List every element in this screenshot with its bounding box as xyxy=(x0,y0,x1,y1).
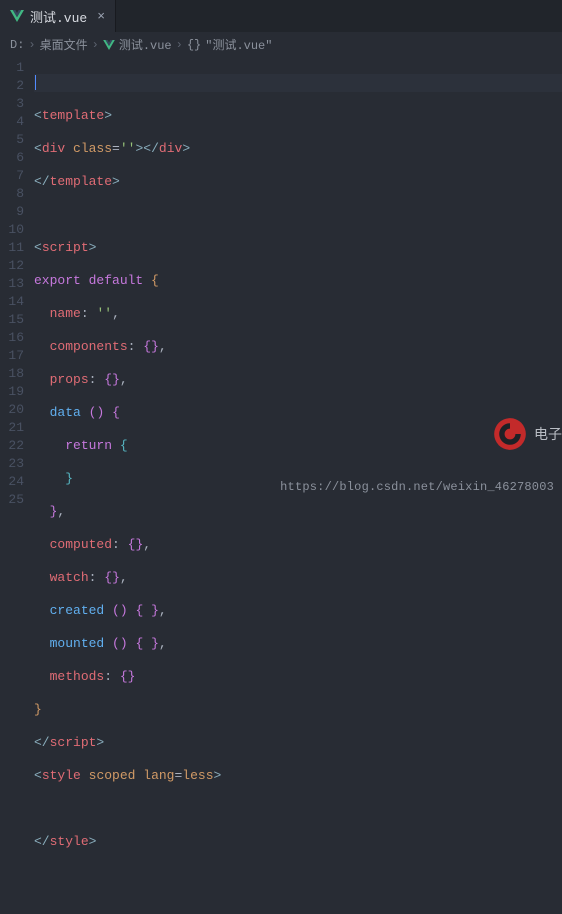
crumb-drive[interactable]: D: xyxy=(10,38,24,52)
code-line[interactable] xyxy=(34,800,562,818)
code-line[interactable] xyxy=(34,74,562,92)
vue-icon xyxy=(103,40,115,50)
code-line[interactable]: components: {}, xyxy=(34,338,562,356)
text-cursor xyxy=(35,75,36,90)
code-line[interactable] xyxy=(34,206,562,224)
code-line[interactable]: </style> xyxy=(34,833,562,851)
code-line[interactable] xyxy=(34,866,562,884)
code-line[interactable]: <script> xyxy=(34,239,562,257)
watermark-logo: 电子 xyxy=(492,416,562,452)
code-line[interactable]: <div class=''></div> xyxy=(34,140,562,158)
code-line[interactable]: watch: {}, xyxy=(34,569,562,587)
code-content[interactable]: <template> <div class=''></div> </templa… xyxy=(34,57,562,501)
code-line[interactable]: } xyxy=(34,701,562,719)
chevron-right-icon: › xyxy=(28,38,35,52)
watermark-text: 电子 xyxy=(534,424,562,444)
footer-url: https://blog.csdn.net/weixin_46278003 xyxy=(280,480,554,494)
vue-icon xyxy=(10,10,24,22)
code-line[interactable]: computed: {}, xyxy=(34,536,562,554)
close-icon[interactable]: × xyxy=(97,9,105,24)
code-line[interactable]: <template> xyxy=(34,107,562,125)
chevron-right-icon: › xyxy=(176,38,183,52)
code-line[interactable]: </template> xyxy=(34,173,562,191)
tab-bar: 测试.vue × xyxy=(0,0,562,32)
code-line[interactable]: <style scoped lang=less> xyxy=(34,767,562,785)
code-line[interactable]: props: {}, xyxy=(34,371,562,389)
code-line[interactable]: return { xyxy=(34,437,562,455)
code-line[interactable]: data () { xyxy=(34,404,562,422)
code-editor[interactable]: 1234567891011121314151617181920212223242… xyxy=(0,57,562,501)
code-line[interactable]: }, xyxy=(34,503,562,521)
code-line[interactable]: created () { }, xyxy=(34,602,562,620)
tab-filename: 测试.vue xyxy=(30,7,87,26)
line-number-gutter: 1234567891011121314151617181920212223242… xyxy=(0,57,34,501)
crumb-symbol[interactable]: {} "测试.vue" xyxy=(187,36,273,53)
logo-icon xyxy=(492,416,528,452)
braces-icon: {} xyxy=(187,38,201,52)
chevron-right-icon: › xyxy=(92,38,99,52)
code-line[interactable]: name: '', xyxy=(34,305,562,323)
crumb-folder[interactable]: 桌面文件 xyxy=(40,36,88,53)
code-line[interactable]: methods: {} xyxy=(34,668,562,686)
code-line[interactable]: export default { xyxy=(34,272,562,290)
code-line[interactable]: mounted () { }, xyxy=(34,635,562,653)
breadcrumb: D: › 桌面文件 › 测试.vue › {} "测试.vue" xyxy=(0,32,562,57)
tab-active[interactable]: 测试.vue × xyxy=(0,0,116,32)
code-line[interactable]: </script> xyxy=(34,734,562,752)
crumb-file[interactable]: 测试.vue xyxy=(103,36,172,53)
